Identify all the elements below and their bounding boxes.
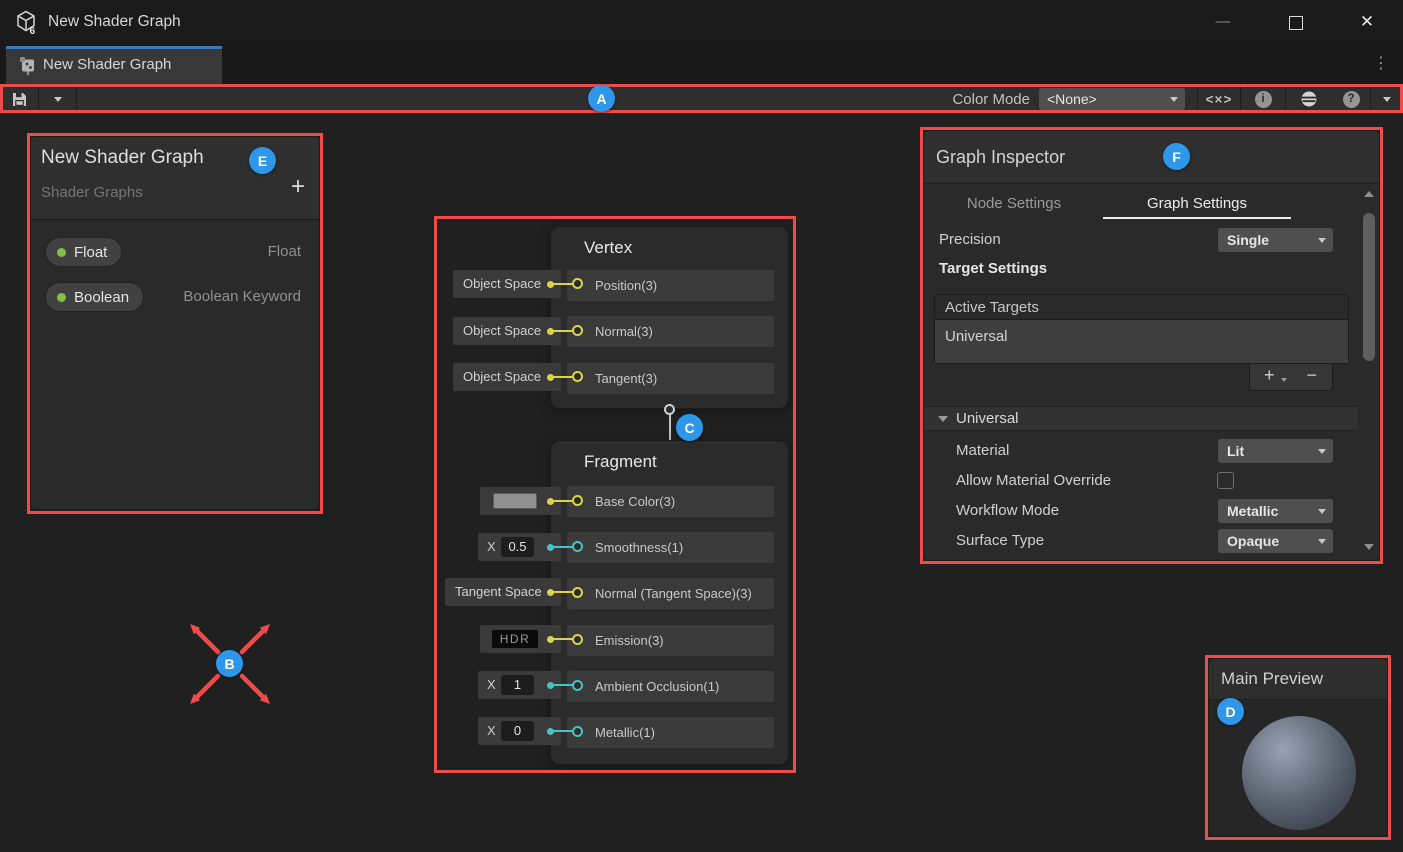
tab-bar: New Shader Graph ⋮ [0, 44, 1403, 84]
annotation-box-nodes [434, 216, 796, 773]
annotation-marker-f: F [1163, 143, 1190, 170]
tab-bar-menu-icon[interactable]: ⋮ [1369, 44, 1393, 84]
annotation-box-toolbar [0, 84, 1403, 113]
tab-new-shader-graph[interactable]: New Shader Graph [6, 46, 222, 84]
shader-graph-window: 6 New Shader Graph — ✕ New Shader Graph … [0, 0, 1403, 852]
annotation-marker-b: B [216, 650, 243, 677]
tab-label: New Shader Graph [43, 46, 171, 84]
annotation-box-preview [1205, 655, 1391, 840]
title-bar: 6 New Shader Graph — ✕ [0, 0, 1403, 45]
unity-logo-icon: 6 [12, 8, 40, 36]
annotation-marker-c: C [676, 414, 703, 441]
close-button[interactable]: ✕ [1350, 0, 1384, 44]
annotation-marker-a: A [588, 85, 615, 112]
minimize-button[interactable]: — [1206, 0, 1240, 44]
annotation-box-blackboard [27, 133, 323, 514]
shader-graph-asset-icon [18, 55, 38, 75]
window-title: New Shader Graph [48, 0, 181, 44]
annotation-marker-e: E [249, 147, 276, 174]
svg-text:6: 6 [30, 26, 36, 36]
annotation-box-inspector [920, 127, 1383, 564]
annotation-marker-d: D [1217, 698, 1244, 725]
maximize-button[interactable] [1289, 16, 1303, 30]
